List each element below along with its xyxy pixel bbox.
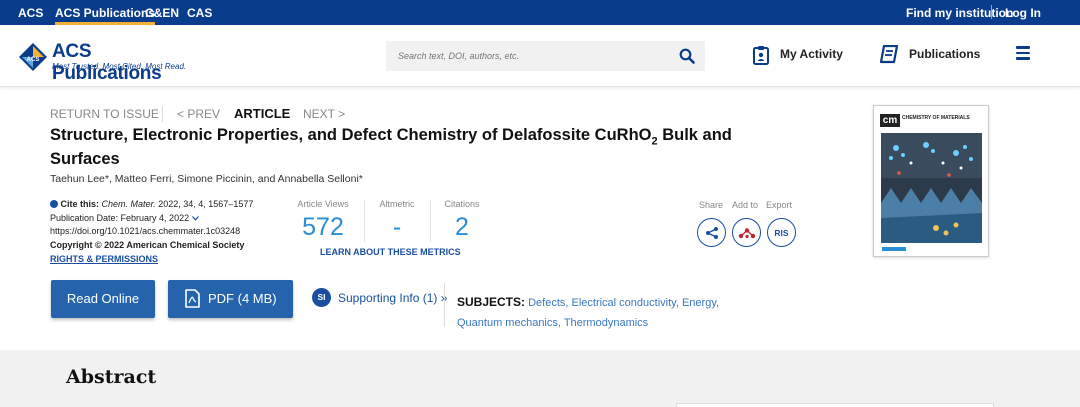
share-icon	[705, 226, 718, 239]
copyright-notice: Copyright © 2022 American Chemical Socie…	[50, 240, 245, 250]
brand-link-cas[interactable]: CAS	[187, 6, 212, 20]
acs-publications-logo[interactable]: ACS ACS Publications Most Trusted. Most …	[18, 41, 198, 84]
prev-article-link[interactable]: < PREV	[177, 107, 220, 121]
chevron-down-icon	[191, 216, 199, 221]
author-list[interactable]: Taehun Lee*, Matteo Ferri, Simone Piccin…	[50, 173, 363, 185]
pdf-button-label: PDF (4 MB)	[208, 291, 277, 306]
supporting-info-badge: SI	[312, 288, 331, 307]
search-input[interactable]	[386, 41, 666, 71]
rights-permissions-link[interactable]: RIGHTS & PERMISSIONS	[50, 254, 158, 264]
share-button[interactable]	[697, 218, 726, 247]
acs-logo-icon: ACS	[19, 43, 47, 71]
current-article-label: ARTICLE	[234, 106, 291, 121]
subject-link[interactable]: Energy	[682, 297, 716, 309]
cite-this-line: Cite this: Chem. Mater. 2022, 34, 4, 156…	[50, 199, 253, 209]
abstract-section	[0, 350, 1080, 407]
brand-link-acs-publications[interactable]: ACS Publications	[55, 6, 156, 25]
citations-label: Citations	[444, 199, 480, 209]
logo-tagline: Most Trusted. Most Cited. Most Read.	[52, 62, 187, 71]
learn-about-metrics-link[interactable]: LEARN ABOUT THESE METRICS	[320, 247, 461, 257]
title-part-1: Structure, Electronic Properties, and De…	[50, 126, 652, 144]
subjects-section: SUBJECTS: Defects, Electrical conductivi…	[457, 295, 720, 329]
top-bar: ACS ACS Publications C&EN CAS Find my in…	[0, 0, 1080, 25]
next-article-link[interactable]: NEXT >	[303, 107, 345, 121]
altmetric-value: -	[392, 213, 402, 241]
hamburger-menu-icon[interactable]	[1016, 46, 1030, 63]
metric-divider	[430, 200, 431, 242]
brand-link-cen[interactable]: C&EN	[145, 6, 179, 20]
supporting-info-link[interactable]: Supporting Info (1) »	[338, 291, 447, 305]
share-label: Share	[699, 200, 724, 210]
my-activity-icon[interactable]	[753, 45, 769, 65]
cite-journal: Chem. Mater.	[101, 199, 156, 209]
cover-artwork	[881, 133, 982, 243]
search-icon[interactable]	[679, 48, 695, 64]
topbar-divider	[991, 5, 992, 19]
cite-label: Cite this:	[60, 199, 100, 209]
subjects-divider	[444, 283, 445, 327]
export-ris-button[interactable]: RIS	[767, 218, 796, 247]
login-link[interactable]: Log In	[1005, 6, 1041, 20]
article-views-metric[interactable]: Article Views 572	[294, 199, 352, 242]
my-activity-link[interactable]: My Activity	[780, 47, 843, 61]
title-part-2: Bulk and	[657, 126, 732, 144]
altmetric-label: Altmetric	[379, 199, 415, 209]
cover-publisher-mark	[882, 247, 906, 251]
publications-link[interactable]: Publications	[909, 47, 980, 61]
brand-link-acs[interactable]: ACS	[18, 6, 43, 20]
journal-abbr-badge: cm	[880, 114, 900, 127]
read-online-button[interactable]: Read Online	[51, 280, 155, 318]
journal-cover-image[interactable]: cm CHEMISTRY OF MATERIALS	[873, 105, 989, 257]
find-institution-link[interactable]: Find my institution	[906, 6, 1013, 20]
metric-divider	[364, 200, 365, 242]
mendeley-icon	[738, 227, 755, 238]
citations-metric[interactable]: Citations 2	[440, 199, 484, 242]
export-label: Export	[766, 200, 793, 210]
subject-link[interactable]: Quantum mechanics	[457, 317, 558, 329]
site-header: ACS ACS Publications Most Trusted. Most …	[0, 25, 1080, 87]
article-views-value: 572	[302, 213, 344, 241]
search-box	[386, 41, 705, 71]
subjects-label: SUBJECTS:	[457, 295, 526, 309]
citations-value: 2	[455, 213, 469, 241]
altmetric-metric[interactable]: Altmetric -	[372, 199, 422, 242]
subject-link[interactable]: Electrical conductivity	[572, 297, 676, 309]
nav-divider	[162, 106, 163, 122]
article-views-label: Article Views	[297, 199, 349, 209]
subject-link[interactable]: Defects	[528, 297, 565, 309]
pdf-file-icon	[185, 289, 200, 308]
info-icon	[50, 199, 58, 208]
add-to-label: Add to	[732, 200, 759, 210]
abstract-graphic-frame	[676, 403, 994, 407]
cover-journal-name: CHEMISTRY OF MATERIALS	[902, 115, 970, 121]
doi-link[interactable]: https://doi.org/10.1021/acs.chemmater.1c…	[50, 226, 240, 236]
rights-line: RIGHTS & PERMISSIONS	[50, 254, 158, 264]
article-title: Structure, Electronic Properties, and De…	[50, 126, 830, 168]
pdf-download-button[interactable]: PDF (4 MB)	[168, 280, 293, 318]
svg-text:ACS: ACS	[27, 57, 40, 63]
add-to-mendeley-button[interactable]	[732, 218, 761, 247]
title-line-2: Surfaces	[50, 150, 120, 169]
return-to-issue-link[interactable]: RETURN TO ISSUE	[50, 107, 159, 121]
publications-book-icon[interactable]	[879, 45, 899, 64]
abstract-heading: Abstract	[66, 366, 157, 388]
publication-date-line[interactable]: Publication Date: February 4, 2022	[50, 213, 199, 223]
subject-link[interactable]: Thermodynamics	[564, 317, 648, 329]
cite-details: 2022, 34, 4, 1567–1577	[158, 199, 254, 209]
publication-date: Publication Date: February 4, 2022	[50, 213, 190, 223]
